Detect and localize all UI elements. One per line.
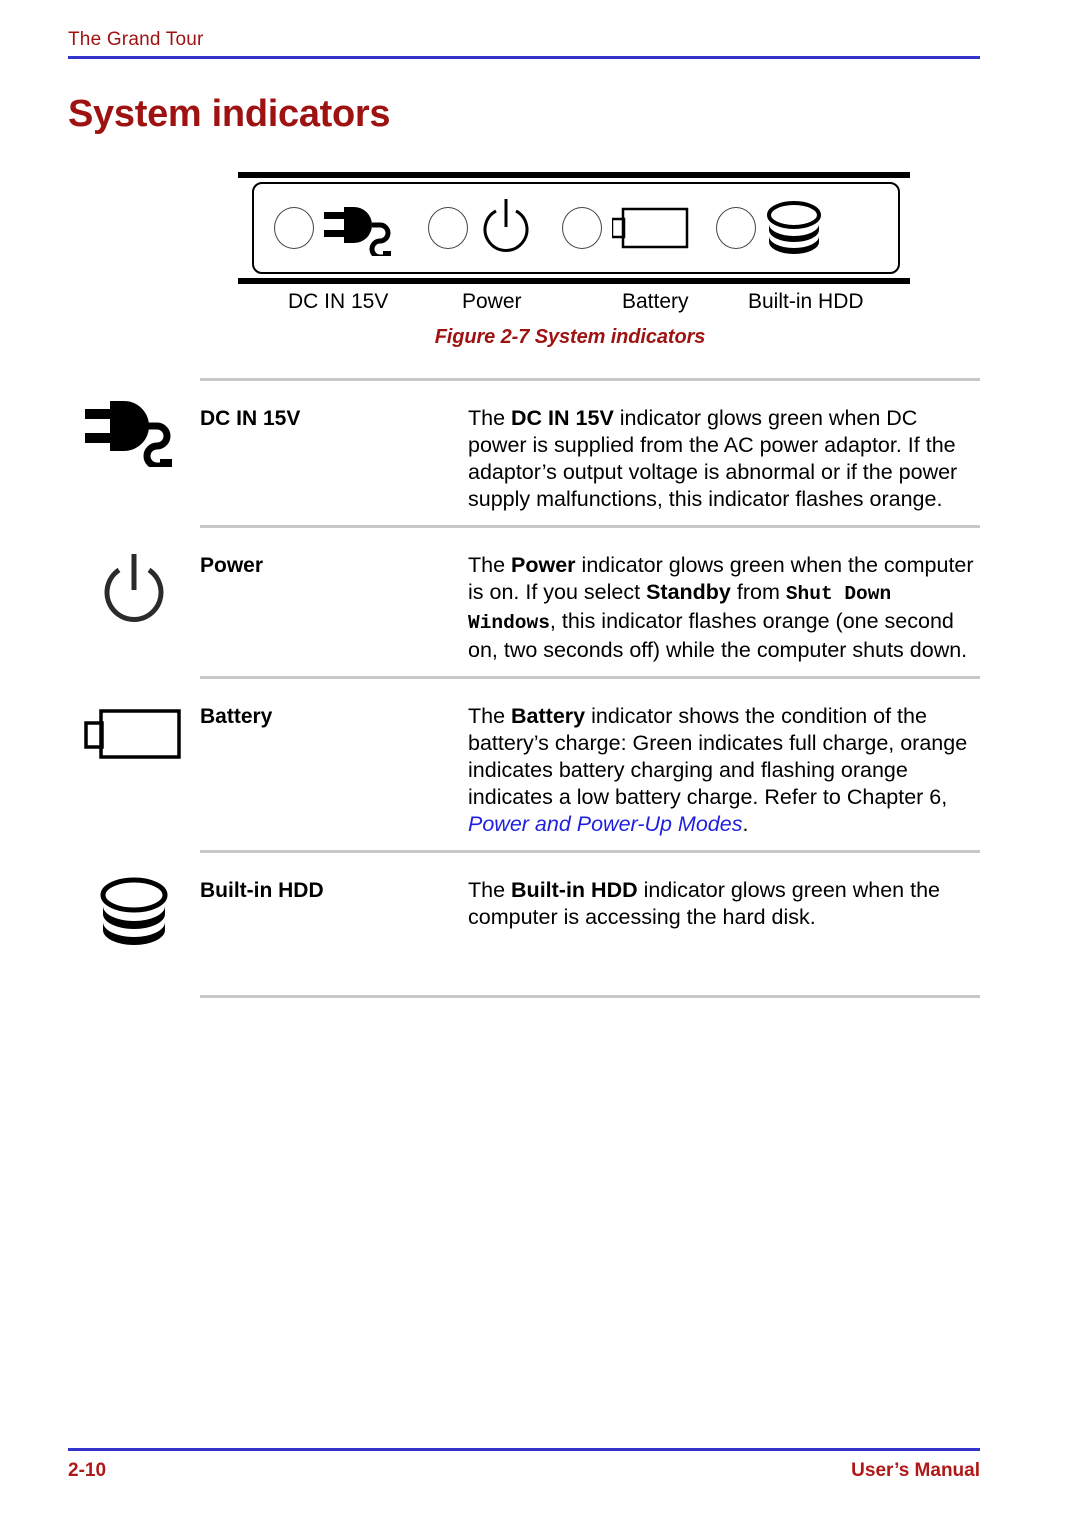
page-title: System indicators — [68, 93, 391, 135]
hard-disk-icon — [766, 200, 822, 256]
panel-indicator-battery — [562, 203, 690, 253]
panel-indicator-row — [252, 182, 900, 274]
led-circle-icon — [562, 207, 602, 249]
power-plug-icon — [68, 381, 200, 467]
figure-2-7: DC IN 15V Power Battery Built-in HDD Fig… — [230, 172, 920, 349]
footer-divider-rule — [68, 1448, 980, 1451]
cross-reference-link[interactable]: Power and Power-Up Modes — [468, 812, 742, 836]
indicator-description: The Battery indicator shows the conditio… — [468, 704, 968, 836]
led-circle-icon — [274, 207, 314, 249]
indicator-description: The Built-in HDD indicator glows green w… — [468, 878, 941, 929]
panel-indicator-power — [428, 197, 534, 259]
indicator-name: Battery — [200, 705, 273, 728]
figure-label-hdd: Built-in HDD — [748, 290, 864, 313]
power-symbol-icon — [68, 528, 200, 628]
led-circle-icon — [716, 207, 756, 249]
indicator-name: DC IN 15V — [200, 407, 301, 430]
figure-caption: Figure 2-7 System indicators — [434, 326, 706, 348]
indicator-name: Power — [200, 554, 264, 577]
battery-icon — [68, 679, 200, 765]
page-footer: 2-10 User’s Manual — [68, 1448, 980, 1482]
system-indicators-table: DC IN 15V The DC IN 15V indicator glows … — [68, 378, 980, 998]
power-plug-icon — [324, 200, 402, 256]
table-row: Power The Power indicator glows green wh… — [68, 528, 980, 676]
manual-label: User’s Manual — [851, 1460, 980, 1481]
table-row-divider — [200, 995, 980, 998]
running-header-title: The Grand Tour — [68, 29, 204, 50]
indicator-panel-illustration — [230, 172, 910, 284]
panel-indicator-dc-in — [274, 200, 402, 256]
figure-label-dc-in: DC IN 15V — [288, 290, 389, 313]
indicator-name: Built-in HDD — [200, 879, 324, 902]
page-header: The Grand Tour — [68, 28, 980, 59]
table-row: DC IN 15V The DC IN 15V indicator glows … — [68, 381, 980, 525]
hard-disk-icon — [68, 853, 200, 951]
header-divider-rule — [68, 56, 980, 59]
page-number: 2-10 — [68, 1460, 107, 1481]
indicator-description: The DC IN 15V indicator glows green when… — [468, 406, 958, 511]
led-circle-icon — [428, 207, 468, 249]
power-symbol-icon — [478, 197, 534, 259]
battery-icon — [612, 203, 690, 253]
figure-label-power: Power — [462, 290, 522, 313]
panel-bottom-edge — [238, 278, 910, 284]
panel-top-edge — [238, 172, 910, 178]
indicator-description: The Power indicator glows green when the… — [468, 553, 974, 662]
figure-indicator-labels: DC IN 15V Power Battery Built-in HDD — [230, 288, 910, 322]
panel-indicator-hdd — [716, 200, 822, 256]
table-row: Battery The Battery indicator shows the … — [68, 679, 980, 850]
figure-label-battery: Battery — [622, 290, 689, 313]
table-row: Built-in HDD The Built-in HDD indicator … — [68, 853, 980, 951]
